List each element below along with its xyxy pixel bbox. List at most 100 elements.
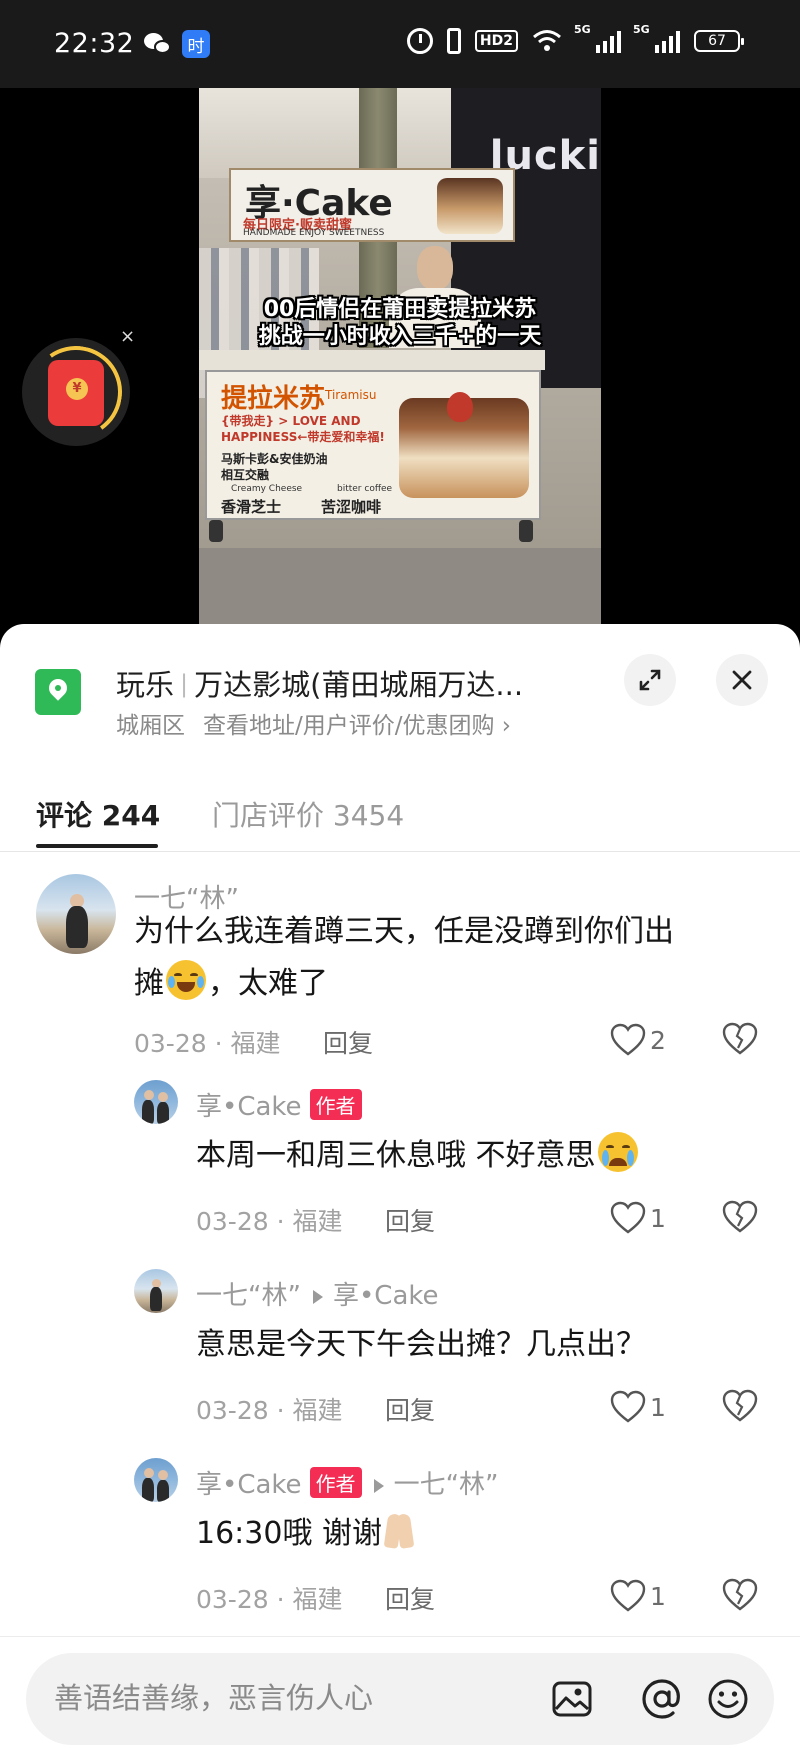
like-button[interactable]: 2	[610, 1022, 666, 1058]
cart-banner: 提拉米苏 Tiramisu {带我走} > LOVE AND HAPPINESS…	[205, 370, 541, 520]
reply-button[interactable]: 回复	[385, 1391, 435, 1427]
heart-icon	[610, 1201, 646, 1234]
cart-text: 香滑芝士	[221, 498, 282, 516]
avatar[interactable]	[36, 874, 116, 954]
cart-title: 提拉米苏	[221, 384, 326, 414]
video-ground	[199, 548, 601, 624]
reply-author-name[interactable]: 享•Cake	[196, 1092, 302, 1122]
comment-username: 享•Cake 作者	[196, 1086, 362, 1123]
shop-sign: 享·Cake 每日限定·贩卖甜蜜 HANDMADE ENJOY SWEETNES…	[229, 168, 515, 242]
comment-username: 享•Cake 作者 一七“林”	[196, 1464, 499, 1501]
close-button[interactable]	[716, 654, 768, 706]
author-badge: 作者	[309, 1467, 362, 1498]
image-icon[interactable]	[550, 1677, 594, 1721]
heart-icon	[610, 1023, 646, 1056]
reply-button[interactable]: 回复	[385, 1580, 435, 1616]
expand-button[interactable]	[624, 654, 676, 706]
comment-text: 为什么我连着蹲三天，任是没蹲到你们出 摊，太难了	[134, 906, 754, 1010]
avatar[interactable]	[134, 1269, 178, 1313]
cart-text: 苦涩咖啡	[321, 498, 382, 516]
broken-heart-icon	[722, 1200, 758, 1233]
comment-tabs: 评论 244 门店评价 3454	[0, 774, 800, 852]
comment-sheet: 玩乐 | 万达影城(莆田城厢万达... 城厢区 查看地址/用户评价/优惠团购 › 评论…	[0, 624, 800, 1760]
comment-meta: 03-28 · 福建	[196, 1585, 343, 1614]
comment-text-line: 为什么我连着蹲三天，任是没蹲到你们出	[134, 914, 674, 949]
heart-icon	[610, 1579, 646, 1612]
dislike-button[interactable]	[722, 1200, 758, 1236]
reply-author-name[interactable]: 享•Cake	[196, 1470, 302, 1500]
signal-icon: 5G	[633, 23, 680, 53]
status-bar: 22:32 时 HD2 5G 5G 67	[0, 0, 800, 88]
avatar[interactable]	[134, 1080, 178, 1124]
location-title[interactable]: 玩乐 | 万达影城(莆田城厢万达...	[116, 662, 586, 704]
strawberry-image	[447, 392, 473, 422]
reply-arrow-icon	[312, 1290, 323, 1304]
like-count: 2	[650, 1025, 666, 1055]
cart-line: 相互交融	[221, 468, 270, 482]
red-packet-widget[interactable]: ¥	[22, 338, 130, 446]
comment-meta: 03-28 · 福建	[196, 1207, 343, 1236]
battery-icon: 67	[694, 30, 744, 52]
like-button[interactable]: 1	[610, 1578, 666, 1614]
comment-text: 意思是今天下午会出摊？几点出？	[196, 1327, 646, 1362]
dislike-button[interactable]	[722, 1578, 758, 1614]
reply-author-name[interactable]: 一七“林”	[196, 1281, 301, 1311]
like-count: 1	[650, 1392, 666, 1422]
location-district: 城厢区	[116, 713, 185, 739]
like-button[interactable]: 1	[610, 1389, 666, 1425]
reply-arrow-icon	[373, 1479, 384, 1493]
reply-target-name[interactable]: 一七“林”	[394, 1470, 499, 1500]
tab-store-reviews[interactable]: 门店评价 3454	[212, 794, 404, 834]
broken-heart-icon	[722, 1578, 758, 1611]
reply-button[interactable]: 回复	[323, 1024, 373, 1060]
comment-username: 一七“林” 享•Cake	[196, 1275, 439, 1312]
cart-label: bitter coffee	[337, 484, 393, 494]
heart-icon	[610, 1390, 646, 1423]
laughing-tears-emoji-icon	[166, 960, 206, 1000]
caption-line: 00后情侣在莆田卖提拉米苏	[263, 297, 537, 322]
broken-heart-icon	[722, 1389, 758, 1422]
comment-meta: 03-28 · 福建	[196, 1396, 343, 1425]
notification-icons: 时	[144, 30, 210, 58]
cart-label: Creamy Cheese	[231, 484, 303, 494]
dislike-button[interactable]	[722, 1389, 758, 1425]
like-count: 1	[650, 1203, 666, 1233]
broken-heart-icon	[722, 1022, 758, 1055]
cake-image	[437, 178, 503, 234]
red-packet-icon: ¥	[48, 360, 104, 426]
author-badge: 作者	[309, 1089, 362, 1120]
comment-text: 16:30哦 谢谢	[196, 1508, 416, 1560]
dislike-button[interactable]	[722, 1022, 758, 1058]
app-badge-icon: 时	[182, 30, 210, 58]
video-frame[interactable]: lucki 享·Cake 每日限定·贩卖甜蜜 HANDMADE ENJOY SW…	[199, 88, 601, 624]
cart-counter	[199, 350, 545, 370]
praying-hands-emoji-icon	[382, 1510, 416, 1550]
comment-input-container[interactable]	[26, 1653, 774, 1745]
like-button[interactable]: 1	[610, 1200, 666, 1236]
location-category: 玩乐	[116, 668, 175, 702]
comment-input-bar	[0, 1636, 800, 1760]
red-packet-close-icon[interactable]: ×	[120, 326, 135, 347]
like-count: 1	[650, 1581, 666, 1611]
crying-emoji-icon	[597, 1132, 638, 1172]
video-player[interactable]: lucki 享·Cake 每日限定·贩卖甜蜜 HANDMADE ENJOY SW…	[0, 88, 800, 628]
reply-button[interactable]: 回复	[385, 1202, 435, 1238]
caption-line: 挑战一小时收入三千+的一天	[258, 324, 542, 349]
alarm-icon	[406, 28, 433, 54]
avatar[interactable]	[134, 1458, 178, 1502]
comment-input[interactable]	[54, 1681, 514, 1715]
comment-text-line: 摊，太难了	[134, 958, 754, 1010]
location-subtitle[interactable]: 城厢区 查看地址/用户评价/优惠团购 ›	[116, 706, 511, 740]
video-caption: 00后情侣在莆田卖提拉米苏 挑战一小时收入三千+的一天	[199, 296, 601, 350]
tab-comments[interactable]: 评论 244	[36, 794, 160, 834]
emoji-icon[interactable]	[706, 1677, 750, 1721]
system-icons: HD2 5G 5G 67	[406, 23, 744, 56]
vendor-head	[417, 246, 453, 290]
location-link[interactable]: 查看地址/用户评价/优惠团购 ›	[203, 713, 511, 739]
active-tab-indicator	[36, 844, 158, 848]
title-divider: |	[180, 670, 189, 698]
reply-target-name[interactable]: 享•Cake	[333, 1281, 439, 1311]
wechat-icon	[144, 31, 172, 57]
mention-icon[interactable]	[640, 1677, 684, 1721]
cart-wheels	[199, 520, 545, 550]
